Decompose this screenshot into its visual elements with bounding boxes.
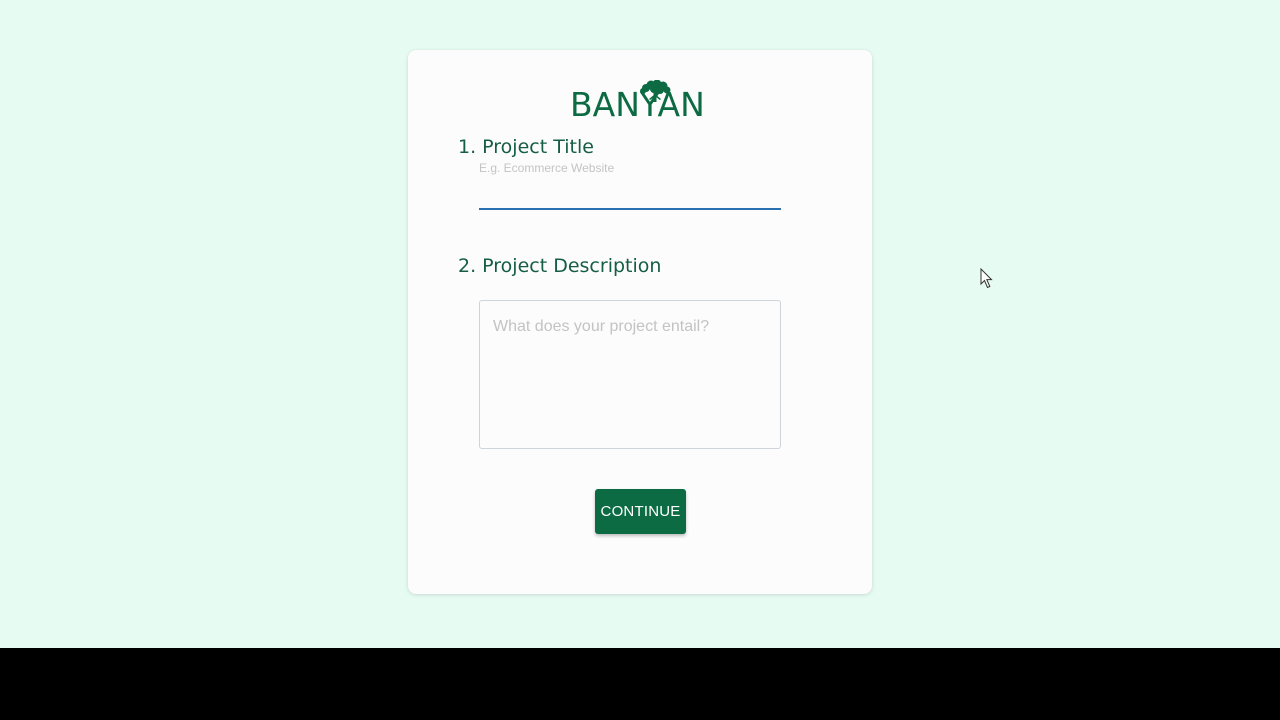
project-title-label: 1. Project Title <box>458 136 594 158</box>
bottom-black-bar <box>0 648 1280 720</box>
project-description-textarea[interactable] <box>479 300 781 449</box>
project-description-label: 2. Project Description <box>458 255 662 277</box>
continue-button[interactable]: CONTINUE <box>595 489 686 534</box>
project-form-card: BANYAN 1. Project Title E.g. Ecommerce W… <box>408 50 872 594</box>
tree-icon <box>640 80 671 102</box>
page-background: BANYAN 1. Project Title E.g. Ecommerce W… <box>0 0 1280 648</box>
project-title-input[interactable] <box>479 162 781 210</box>
banyan-logo: BANYAN <box>570 80 710 124</box>
mouse-cursor-icon <box>980 268 993 289</box>
